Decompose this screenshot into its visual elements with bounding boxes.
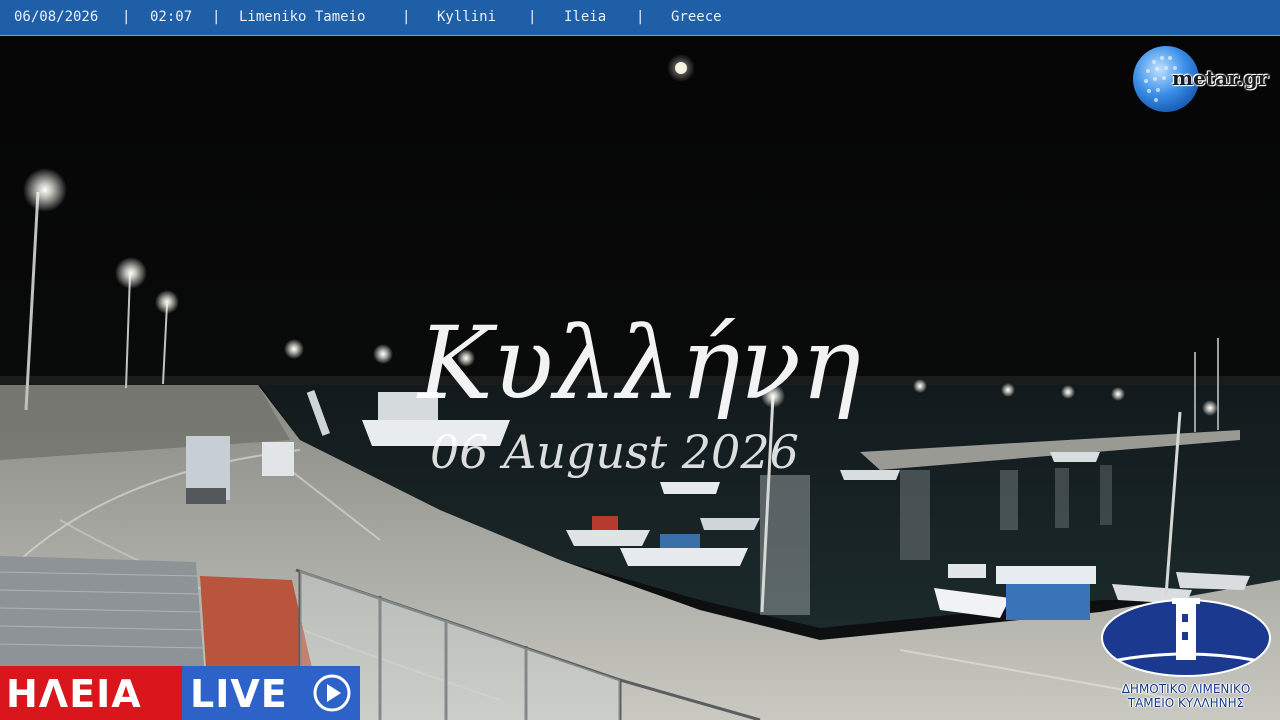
separator: |: [402, 9, 411, 25]
separator: |: [528, 9, 537, 25]
separator: |: [212, 9, 221, 25]
metar-text: metar.gr: [1172, 66, 1269, 90]
port-line-1: ΔΗΜΟΤΙΚΟ ΛΙΜΕΝΙΚΟ: [1121, 682, 1251, 696]
time-text: 02:07: [150, 9, 193, 25]
info-bar: 06/08/2026 | 02:07 | Limeniko Tameio | K…: [0, 0, 1280, 36]
play-icon: [313, 674, 351, 712]
separator: |: [636, 9, 645, 25]
ileia-text: ΗΛΕΙΑ: [6, 672, 142, 716]
title-script: Κυλλήνη: [416, 305, 861, 422]
date-text: 06/08/2026: [14, 9, 99, 25]
kiosk: [996, 566, 1096, 584]
live-text: LIVE: [190, 672, 288, 716]
webcam-frame: 06/08/2026 | 02:07 | Limeniko Tameio | K…: [0, 0, 1280, 720]
town-text: Kyllini: [437, 9, 497, 25]
location-text: Limeniko Tameio: [239, 9, 366, 25]
metar-logo: metar.gr: [1132, 44, 1276, 116]
ileia-live-badge: ΗΛΕΙΑ LIVE: [0, 666, 360, 720]
region-text: Ileia: [564, 9, 607, 25]
separator: |: [122, 9, 131, 25]
subtitle-script: 06 August 2026: [430, 425, 799, 479]
lighthouse-icon: [1172, 598, 1200, 660]
van: [262, 442, 294, 476]
country-text: Greece: [671, 9, 722, 25]
port-line-2: ΤΑΜΕΙΟ ΚΥΛΛΗΝΗΣ: [1127, 696, 1245, 710]
title-overlay: Κυλλήνη 06 August 2026: [416, 305, 861, 479]
